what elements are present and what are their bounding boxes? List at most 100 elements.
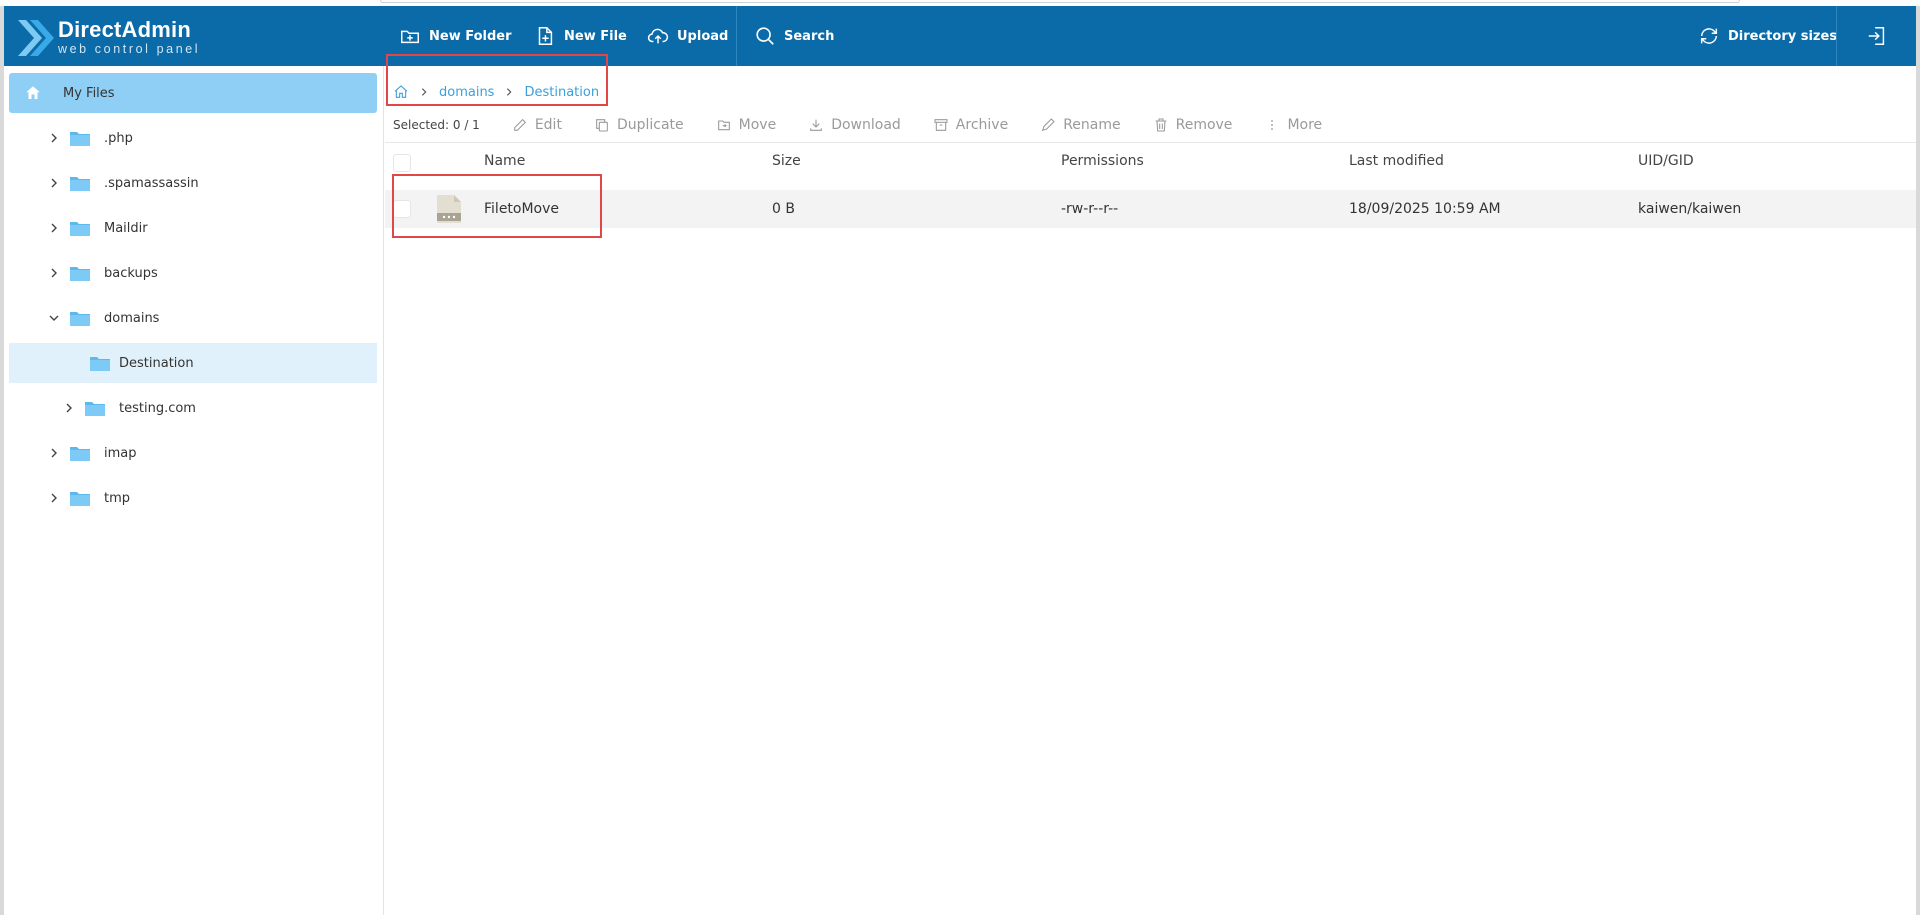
- directory-sizes-button[interactable]: Directory sizes: [1698, 6, 1837, 66]
- sidebar-item-php[interactable]: .php: [4, 118, 384, 158]
- sidebar-item-label: domains: [104, 310, 160, 326]
- pencil-icon: [513, 118, 526, 131]
- move-label: Move: [738, 117, 777, 133]
- column-header-size[interactable]: Size: [772, 143, 801, 179]
- folder-icon: [70, 222, 90, 236]
- archive-button[interactable]: Archive: [933, 117, 1008, 133]
- search-label: Search: [784, 28, 835, 44]
- table-header: Name Size Permissions Last modified UID/…: [385, 142, 1916, 178]
- sidebar-item-my-files[interactable]: My Files: [9, 73, 377, 113]
- sidebar-item-label: Maildir: [104, 220, 148, 236]
- refresh-icon: [1700, 28, 1718, 44]
- sidebar-item-label: testing.com: [119, 400, 196, 416]
- column-header-uid-gid[interactable]: UID/GID: [1638, 143, 1694, 179]
- file-highlight-box: [392, 174, 602, 238]
- more-vertical-icon: [1271, 120, 1274, 130]
- sidebar-item-label: Destination: [119, 355, 194, 371]
- chevron-right-icon: [51, 448, 57, 458]
- sidebar-item-destination[interactable]: Destination: [9, 343, 377, 383]
- cloud-upload-icon: [647, 28, 669, 44]
- upload-label: Upload: [677, 28, 729, 44]
- folder-icon: [70, 177, 90, 191]
- duplicate-button[interactable]: Duplicate: [594, 117, 684, 133]
- chevron-right-icon: [51, 223, 57, 233]
- directory-sizes-label: Directory sizes: [1728, 28, 1838, 44]
- upload-button[interactable]: Upload: [647, 6, 728, 66]
- action-bar: Selected: 0 / 1 Edit Duplicate Move Down…: [393, 108, 1354, 142]
- file-permissions: -rw-r--r--: [1061, 201, 1119, 217]
- rename-button[interactable]: Rename: [1040, 117, 1121, 133]
- logout-icon: [1868, 27, 1885, 45]
- sidebar-item-spamassassin[interactable]: .spamassassin: [4, 163, 384, 203]
- duplicate-label: Duplicate: [616, 117, 684, 133]
- sidebar-item-testing-com[interactable]: testing.com: [4, 388, 384, 428]
- new-folder-label: New Folder: [429, 28, 512, 44]
- folder-icon: [70, 492, 90, 506]
- sidebar-root-label: My Files: [63, 85, 115, 101]
- new-file-label: New File: [564, 28, 627, 44]
- file-owner: kaiwen/kaiwen: [1638, 201, 1742, 217]
- archive-label: Archive: [955, 117, 1009, 133]
- remove-button[interactable]: Remove: [1153, 117, 1233, 133]
- pen-icon: [1042, 118, 1055, 132]
- toolbar-divider-right: [1836, 6, 1837, 66]
- sidebar-item-domains[interactable]: domains: [4, 298, 384, 338]
- chevron-right-icon: [51, 133, 57, 143]
- edit-label: Edit: [534, 117, 562, 133]
- move-button[interactable]: Move: [716, 117, 777, 133]
- select-all-checkbox[interactable]: [393, 154, 411, 172]
- rename-label: Rename: [1063, 117, 1121, 133]
- download-label: Download: [831, 117, 901, 133]
- folder-icon: [70, 312, 90, 326]
- archive-icon: [934, 119, 948, 131]
- sidebar-item-maildir[interactable]: Maildir: [4, 208, 384, 248]
- chevron-right-icon: [66, 403, 72, 413]
- sidebar-item-label: .spamassassin: [104, 175, 199, 191]
- top-bar: DirectAdmin web control panel New Folder…: [4, 6, 1916, 66]
- folder-icon: [90, 357, 110, 371]
- brand-name: DirectAdmin: [58, 17, 191, 42]
- folder-icon: [70, 267, 90, 281]
- copy-icon: [596, 119, 608, 132]
- logout-button[interactable]: [1866, 6, 1888, 66]
- chevron-down-icon: [49, 315, 59, 321]
- remove-label: Remove: [1175, 117, 1233, 133]
- directadmin-chevron-icon: [18, 20, 54, 56]
- sidebar-item-tmp[interactable]: tmp: [4, 478, 384, 518]
- folder-icon: [85, 402, 105, 416]
- column-header-last-modified[interactable]: Last modified: [1349, 143, 1444, 179]
- folder-plus-icon: [401, 30, 419, 44]
- file-last-modified: 18/09/2025 10:59 AM: [1349, 201, 1501, 217]
- trash-icon: [1155, 118, 1166, 132]
- download-button[interactable]: Download: [808, 117, 901, 133]
- move-icon: [717, 120, 730, 131]
- toolbar-divider: [736, 6, 737, 66]
- more-button[interactable]: More: [1264, 117, 1322, 133]
- home-icon: [26, 86, 40, 99]
- folder-icon: [70, 132, 90, 146]
- sidebar-item-imap[interactable]: imap: [4, 433, 384, 473]
- download-icon: [810, 119, 823, 131]
- chevron-right-icon: [51, 178, 57, 188]
- selection-count: Selected: 0 / 1: [393, 118, 480, 132]
- sidebar-item-label: backups: [104, 265, 158, 281]
- sidebar-item-label: .php: [104, 130, 133, 146]
- chevron-right-icon: [51, 268, 57, 278]
- more-label: More: [1287, 117, 1323, 133]
- search-icon: [756, 27, 774, 45]
- sidebar-item-backups[interactable]: backups: [4, 253, 384, 293]
- column-header-permissions[interactable]: Permissions: [1061, 143, 1144, 179]
- folder-icon: [70, 447, 90, 461]
- file-browser: domains Destination Selected: 0 / 1 Edit…: [385, 54, 1916, 915]
- search-button[interactable]: Search: [754, 6, 834, 66]
- table-row[interactable]: FiletoMove 0 B -rw-r--r-- 18/09/2025 10:…: [385, 190, 1916, 228]
- directadmin-logo[interactable]: DirectAdmin web control panel: [14, 16, 214, 58]
- chevron-right-icon: [51, 493, 57, 503]
- breadcrumb-highlight-box: [386, 54, 608, 106]
- file-plus-icon: [538, 27, 553, 45]
- brand-tagline: web control panel: [58, 42, 201, 56]
- edit-button[interactable]: Edit: [512, 117, 562, 133]
- sidebar-item-label: tmp: [104, 490, 131, 506]
- sidebar-tree: My Files .php .spamassassin Maildir back…: [4, 66, 384, 915]
- file-size: 0 B: [772, 201, 795, 217]
